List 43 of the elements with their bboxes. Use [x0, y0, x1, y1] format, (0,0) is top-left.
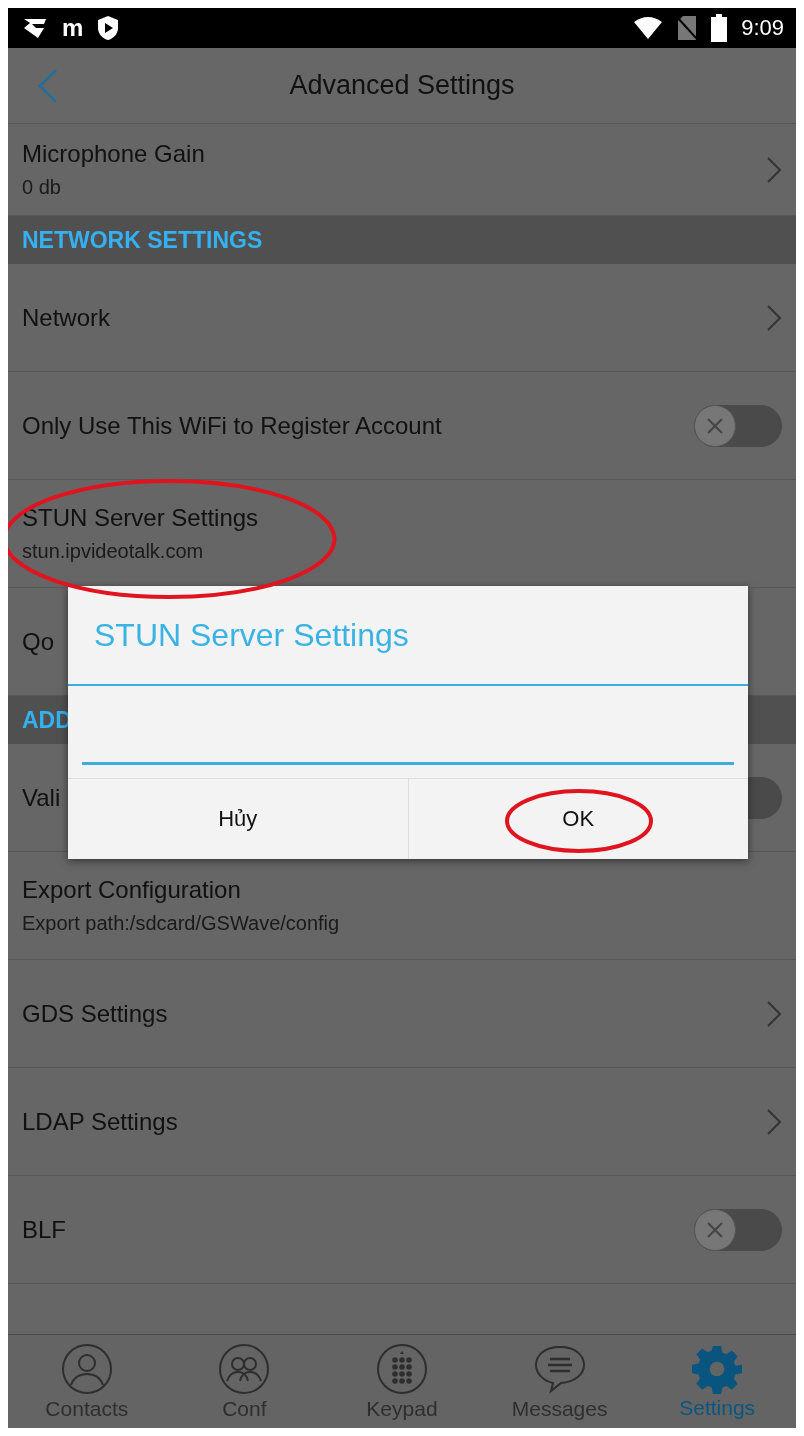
group-icon	[218, 1342, 271, 1395]
chevron-right-icon	[766, 155, 782, 184]
setting-value: 0 db	[22, 176, 61, 199]
chevron-right-icon	[766, 999, 782, 1028]
close-icon	[705, 1219, 725, 1240]
toggle-switch[interactable]	[694, 1208, 782, 1251]
settings-row[interactable]: Network	[8, 264, 796, 372]
dialog-button[interactable]: OK	[408, 779, 748, 859]
setting-title: BLF	[22, 1215, 66, 1244]
section-title: NETWORK SETTINGS	[22, 226, 263, 254]
dialog-button[interactable]: Hủy	[68, 779, 409, 859]
back-chevron-icon	[38, 67, 58, 104]
gear-icon	[692, 1343, 743, 1394]
setting-title: Qo	[22, 627, 54, 656]
settings-row[interactable]: BLF	[8, 1176, 796, 1284]
setting-title: Only Use This WiFi to Register Account	[22, 411, 442, 440]
setting-title: Network	[22, 303, 111, 332]
setting-title: LDAP Settings	[22, 1107, 178, 1136]
settings-row[interactable]: Only Use This WiFi to Register Account	[8, 372, 796, 480]
setting-value: Export path:/sdcard/GSWave/config	[22, 912, 340, 935]
toggle-switch[interactable]	[694, 404, 782, 447]
clock-time: 9:09	[741, 15, 784, 41]
battery-icon	[711, 14, 728, 42]
setting-title: STUN Server Settings	[22, 504, 259, 532]
keypad-icon	[376, 1342, 428, 1395]
setting-value: stun.ipvideotalk.com	[22, 540, 204, 563]
logo-icon	[22, 16, 48, 40]
chevron-right-icon	[766, 303, 782, 332]
setting-title: Export Configuration	[22, 876, 241, 904]
close-icon	[705, 415, 725, 436]
settings-row[interactable]: LDAP Settings	[8, 1068, 796, 1176]
notification-letter: m	[62, 16, 84, 40]
chevron-right-icon	[766, 1107, 782, 1136]
setting-title: Microphone Gain	[22, 140, 205, 168]
setting-title: GDS Settings	[22, 999, 168, 1028]
no-sim-icon	[677, 15, 698, 41]
dialog-title: STUN Server Settings	[68, 586, 748, 686]
shield-play-icon	[97, 15, 120, 41]
wifi-icon	[633, 16, 664, 40]
setting-title: Vali	[22, 783, 61, 812]
page-title: Advanced Settings	[288, 70, 516, 101]
person-icon	[60, 1342, 113, 1395]
settings-row[interactable]: GDS Settings	[8, 960, 796, 1068]
